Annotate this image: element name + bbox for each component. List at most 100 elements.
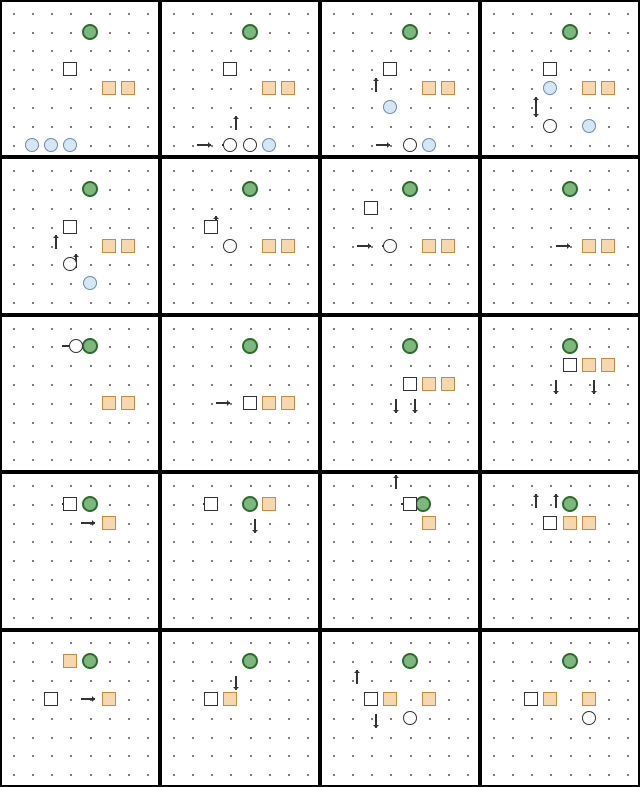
direction-arrow bbox=[593, 380, 595, 394]
entity-agent bbox=[383, 100, 397, 114]
entity-box bbox=[422, 692, 436, 706]
entity-box bbox=[524, 692, 538, 706]
entity-box bbox=[63, 220, 77, 234]
goal-marker bbox=[82, 181, 98, 197]
grid-cell bbox=[160, 157, 320, 314]
entity-box bbox=[281, 81, 295, 95]
entity-agent bbox=[262, 138, 276, 152]
entity-box bbox=[281, 239, 295, 253]
direction-arrow bbox=[376, 144, 390, 146]
goal-marker bbox=[562, 24, 578, 40]
entity-box bbox=[543, 692, 557, 706]
simulation-grid bbox=[0, 0, 640, 787]
direction-arrow bbox=[81, 698, 95, 700]
entity-box bbox=[422, 516, 436, 530]
entity-box bbox=[63, 654, 77, 668]
grid-cell bbox=[480, 315, 640, 472]
direction-arrow bbox=[357, 245, 371, 247]
entity-agent bbox=[83, 276, 97, 290]
entity-box bbox=[262, 497, 276, 511]
entity-box bbox=[582, 692, 596, 706]
direction-arrow bbox=[555, 494, 557, 508]
entity-box bbox=[243, 396, 257, 410]
entity-box bbox=[422, 81, 436, 95]
entity-box bbox=[121, 239, 135, 253]
entity-box bbox=[422, 377, 436, 391]
entity-agent bbox=[403, 711, 417, 725]
goal-marker bbox=[82, 338, 98, 354]
direction-arrow bbox=[254, 519, 256, 533]
entity-box bbox=[582, 81, 596, 95]
entity-agent bbox=[383, 239, 397, 253]
entity-box bbox=[262, 81, 276, 95]
entity-box bbox=[543, 516, 557, 530]
entity-agent bbox=[243, 138, 257, 152]
entity-box bbox=[63, 62, 77, 76]
entity-agent bbox=[63, 138, 77, 152]
entity-box bbox=[204, 220, 218, 234]
entity-box bbox=[121, 81, 135, 95]
goal-marker bbox=[82, 653, 98, 669]
entity-box bbox=[223, 692, 237, 706]
goal-marker bbox=[402, 24, 418, 40]
entity-box bbox=[383, 692, 397, 706]
entity-box bbox=[102, 396, 116, 410]
entity-box bbox=[262, 396, 276, 410]
entity-agent bbox=[223, 138, 237, 152]
grid-cell bbox=[0, 630, 160, 787]
entity-agent bbox=[25, 138, 39, 152]
direction-arrow bbox=[356, 670, 358, 684]
entity-box bbox=[441, 81, 455, 95]
grid-cell bbox=[0, 0, 160, 157]
entity-box bbox=[63, 497, 77, 511]
goal-marker bbox=[402, 181, 418, 197]
grid-cell bbox=[320, 315, 480, 472]
grid-cell bbox=[480, 472, 640, 629]
direction-arrow bbox=[555, 380, 557, 394]
entity-agent bbox=[44, 138, 58, 152]
entity-box bbox=[601, 358, 615, 372]
direction-arrow bbox=[395, 475, 397, 489]
grid-cell bbox=[480, 0, 640, 157]
entity-agent bbox=[543, 119, 557, 133]
direction-arrow bbox=[197, 144, 211, 146]
entity-agent bbox=[543, 81, 557, 95]
goal-marker bbox=[402, 653, 418, 669]
grid-cell bbox=[160, 0, 320, 157]
goal-marker bbox=[242, 653, 258, 669]
entity-box bbox=[441, 377, 455, 391]
grid-cell bbox=[320, 630, 480, 787]
entity-box bbox=[383, 62, 397, 76]
entity-box bbox=[403, 377, 417, 391]
entity-box bbox=[223, 62, 237, 76]
grid-cell bbox=[320, 157, 480, 314]
entity-box bbox=[44, 692, 58, 706]
entity-box bbox=[441, 239, 455, 253]
entity-box bbox=[582, 239, 596, 253]
entity-box bbox=[422, 239, 436, 253]
goal-marker bbox=[562, 653, 578, 669]
entity-box bbox=[601, 81, 615, 95]
direction-arrow bbox=[81, 522, 95, 524]
direction-arrow bbox=[395, 399, 397, 413]
entity-box bbox=[364, 692, 378, 706]
entity-box bbox=[582, 358, 596, 372]
entity-box bbox=[262, 239, 276, 253]
entity-box bbox=[102, 239, 116, 253]
grid-cell bbox=[160, 630, 320, 787]
entity-box bbox=[582, 516, 596, 530]
goal-marker bbox=[82, 24, 98, 40]
grid-cell bbox=[320, 0, 480, 157]
entity-agent bbox=[422, 138, 436, 152]
goal-marker bbox=[562, 181, 578, 197]
entity-agent bbox=[403, 138, 417, 152]
direction-arrow bbox=[216, 402, 230, 404]
entity-box bbox=[102, 516, 116, 530]
entity-box bbox=[601, 239, 615, 253]
entity-agent bbox=[582, 711, 596, 725]
grid-cell bbox=[160, 472, 320, 629]
grid-cell bbox=[320, 472, 480, 629]
entity-box bbox=[563, 358, 577, 372]
direction-arrow bbox=[235, 676, 237, 690]
entity-box bbox=[281, 396, 295, 410]
